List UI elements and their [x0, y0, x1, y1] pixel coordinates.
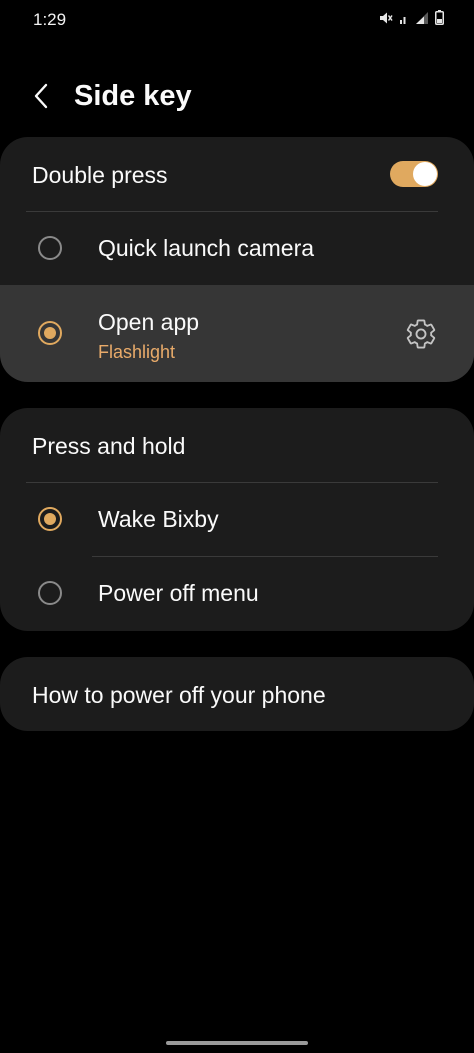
option-sublabel: Flashlight	[98, 342, 176, 362]
home-indicator[interactable]	[166, 1041, 308, 1045]
option-open-app[interactable]: Open app Flashlight	[0, 285, 474, 382]
page-title: Side key	[74, 80, 192, 112]
option-power-off-menu[interactable]: Power off menu	[0, 557, 474, 631]
mute-icon	[379, 11, 393, 25]
press-and-hold-header: Press and hold	[32, 433, 186, 459]
signal-icon	[413, 11, 429, 25]
how-to-power-off-link[interactable]: How to power off your phone	[32, 682, 326, 709]
radio-quick-launch-camera[interactable]	[38, 236, 62, 260]
status-time: 1:29	[33, 10, 67, 29]
double-press-header-row[interactable]: Double press	[0, 137, 474, 211]
option-wake-bixby[interactable]: Wake Bixby	[0, 483, 474, 556]
press-and-hold-header-row: Press and hold	[0, 408, 474, 482]
double-press-card: Double press Quick launch camera Open ap…	[0, 137, 474, 382]
battery-icon	[435, 10, 444, 25]
option-label: Power off menu	[98, 580, 259, 606]
option-label: Open app	[98, 309, 200, 335]
double-press-toggle[interactable]	[390, 161, 438, 187]
radio-power-off-menu[interactable]	[38, 581, 62, 605]
gear-icon[interactable]	[404, 317, 438, 351]
wifi-icon	[399, 11, 407, 25]
toggle-knob	[413, 162, 437, 186]
double-press-header: Double press	[32, 162, 168, 188]
press-and-hold-card: Press and hold Wake Bixby Power off menu	[0, 408, 474, 631]
status-icons	[379, 10, 444, 25]
option-quick-launch-camera[interactable]: Quick launch camera	[0, 212, 474, 285]
app-bar: Side key	[0, 72, 474, 124]
radio-open-app[interactable]	[38, 321, 62, 345]
how-to-power-off-card[interactable]: How to power off your phone	[0, 657, 474, 731]
radio-wake-bixby[interactable]	[38, 507, 62, 531]
back-button[interactable]	[22, 78, 62, 118]
status-bar: 1:29	[0, 0, 474, 40]
option-label: Wake Bixby	[98, 506, 219, 532]
chevron-left-icon	[32, 83, 52, 114]
option-label: Quick launch camera	[98, 235, 315, 261]
